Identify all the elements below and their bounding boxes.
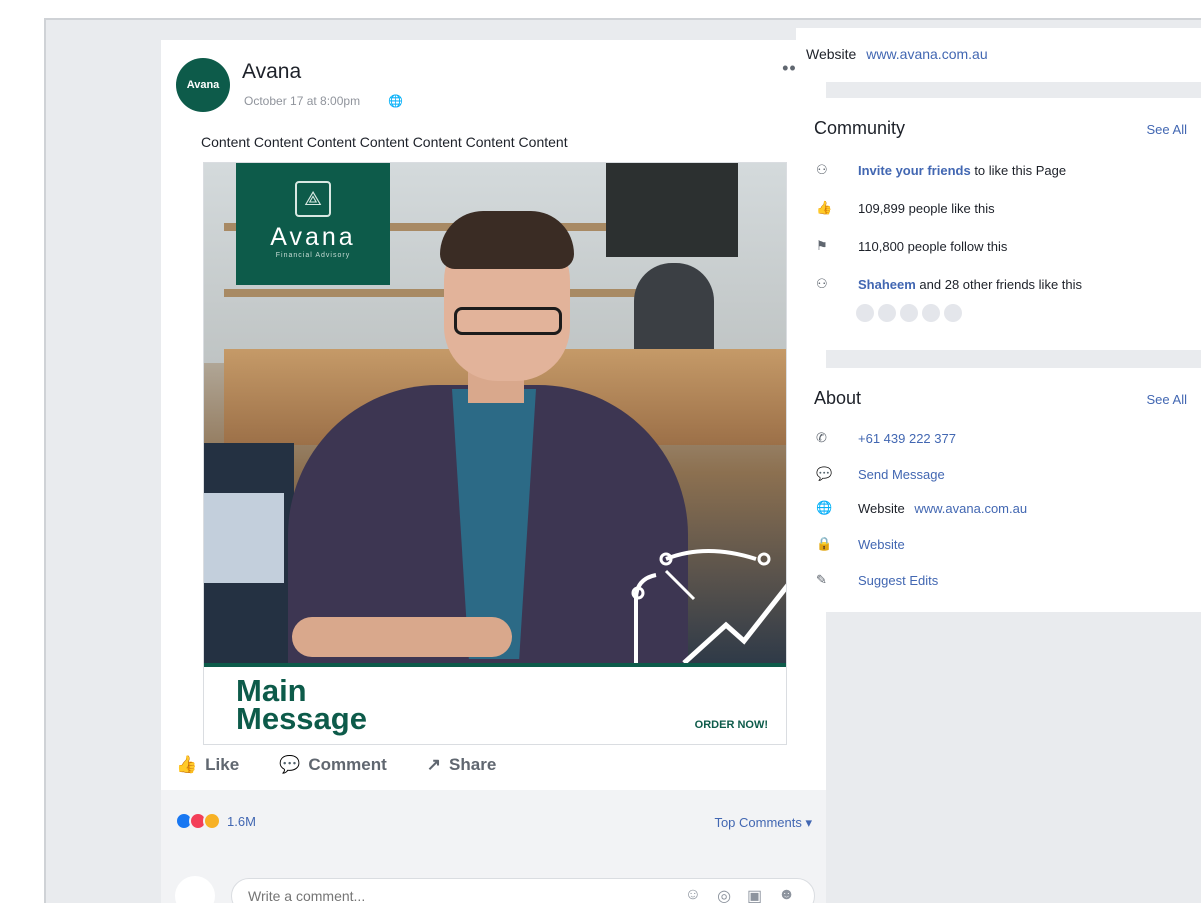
ad-photo: ⟁ Avana Financial Advisory — [204, 163, 786, 663]
post-meta: October 17 at 8:00pm 🌐 — [244, 94, 403, 108]
comment-icon: 💬 — [279, 755, 301, 774]
suggest-edits-link[interactable]: Suggest Edits — [858, 573, 938, 588]
share-button[interactable]: ↗ Share — [427, 755, 497, 775]
website-label: Website — [806, 46, 857, 62]
wow-reaction-icon — [203, 812, 221, 830]
post-actions: 👍 Like 💬 Comment ↗ Share — [176, 755, 496, 775]
invite-friends-icon: ⚇ — [816, 162, 828, 177]
reactions-summary[interactable]: 1.6M — [175, 812, 256, 830]
friend-avatars — [856, 304, 962, 322]
website-row: Website www.avana.com.au — [806, 46, 988, 62]
camera-icon[interactable]: ◎ — [717, 886, 731, 903]
like-button[interactable]: 👍 Like — [176, 755, 239, 775]
order-now-button[interactable]: ORDER NOW! — [695, 719, 768, 731]
community-title: Community — [814, 118, 906, 138]
page-name-link[interactable]: Avana — [242, 60, 301, 84]
messenger-icon: 💬 — [816, 466, 833, 481]
send-message-link[interactable]: Send Message — [858, 467, 945, 482]
comment-tools: ☺ ◎ ▣ ☻ — [685, 886, 795, 903]
gif-icon[interactable]: ▣ — [747, 886, 762, 903]
community-see-all-link[interactable]: See All — [1147, 122, 1187, 137]
friend-name-link[interactable]: Shaheem — [858, 277, 916, 292]
about-website-url[interactable]: www.avana.com.au — [914, 501, 1027, 516]
ad-main-message: Main Message — [236, 673, 367, 736]
thumbs-up-icon: 👍 — [176, 755, 198, 774]
like-label: Like — [205, 755, 240, 774]
ad-brand-tagline: Financial Advisory — [275, 252, 351, 259]
ad-footer: Main Message ORDER NOW! — [204, 663, 786, 744]
globe-icon: 🌐 — [816, 500, 833, 515]
share-label: Share — [449, 755, 497, 774]
page-avatar[interactable]: Avana — [176, 58, 230, 112]
about-website-link[interactable]: Website — [858, 537, 905, 552]
friend-avatar[interactable] — [856, 304, 874, 322]
comment-label: Comment — [308, 755, 387, 774]
phone-icon: ✆ — [816, 430, 827, 445]
growth-chart-icon — [631, 549, 786, 663]
invite-friends-link[interactable]: Invite your friends — [858, 163, 971, 178]
top-comments-dropdown[interactable]: Top Comments ▾ — [714, 815, 812, 831]
friend-avatar[interactable] — [900, 304, 918, 322]
lock-icon: 🔒 — [816, 536, 833, 551]
about-card: About See All ✆ +61 439 222 377 💬 Send M… — [796, 368, 1201, 612]
pencil-icon: ✎ — [816, 572, 827, 587]
website-info-row: 🌐 Website www.avana.com.au — [816, 500, 1027, 516]
friends-icon: ⚇ — [816, 276, 828, 291]
ad-creative[interactable]: ⟁ Avana Financial Advisory Main Message … — [203, 162, 787, 745]
suggest-edits-row: ✎ Suggest Edits — [816, 572, 938, 588]
friends-rest-text: and 28 other friends like this — [915, 276, 1083, 292]
invite-row: ⚇ Invite your friends to like this Page — [816, 162, 1066, 178]
post-card: Avana Avana October 17 at 8:00pm 🌐 ••• C… — [161, 40, 826, 903]
page-frame: Avana Avana October 17 at 8:00pm 🌐 ••• C… — [44, 18, 1201, 903]
globe-icon: 🌐 — [388, 94, 404, 108]
thumbs-up-icon: 👍 — [816, 200, 833, 215]
comment-composer: ☺ ◎ ▣ ☻ — [175, 876, 815, 903]
follows-count-text: 110,800 people follow this — [858, 238, 1008, 254]
friend-avatar[interactable] — [922, 304, 940, 322]
likes-row: 👍 109,899 people like this — [816, 200, 995, 216]
reaction-count[interactable]: 1.6M — [227, 814, 256, 829]
brand-mark-icon: ⟁ — [295, 181, 331, 217]
friend-avatar[interactable] — [878, 304, 896, 322]
invite-rest-text: to like this Page — [970, 162, 1067, 178]
comment-button[interactable]: 💬 Comment — [279, 755, 387, 775]
reactions-section: 1.6M Top Comments ▾ ☺ ◎ ▣ ☻ — [161, 790, 826, 903]
post-header: Avana Avana October 17 at 8:00pm 🌐 ••• — [176, 58, 816, 113]
about-website-label: Website — [858, 500, 905, 516]
share-icon: ↗ — [426, 755, 442, 774]
ad-brand-name: Avana — [270, 223, 356, 251]
about-see-all-link[interactable]: See All — [1147, 392, 1187, 407]
community-card: Community See All ⚇ Invite your friends … — [796, 98, 1201, 350]
website-link[interactable]: www.avana.com.au — [866, 46, 987, 62]
emoji-icon[interactable]: ☺ — [685, 886, 701, 903]
follows-row: ⚑ 110,800 people follow this — [816, 238, 1007, 254]
website-card: Website www.avana.com.au — [796, 28, 1201, 82]
ad-brand-logo: ⟁ Avana Financial Advisory — [236, 163, 390, 285]
phone-link[interactable]: +61 439 222 377 — [858, 431, 956, 446]
friends-like-row: ⚇ Shaheem and 28 other friends like this — [816, 276, 1082, 292]
post-text: Content Content Content Content Content … — [201, 134, 568, 150]
about-title: About — [814, 388, 862, 408]
follow-icon: ⚑ — [816, 238, 828, 253]
send-message-row: 💬 Send Message — [816, 466, 945, 482]
website-link-row: 🔒 Website — [816, 536, 905, 552]
post-timestamp[interactable]: October 17 at 8:00pm — [244, 94, 360, 108]
likes-count-text: 109,899 people like this — [858, 200, 995, 216]
sticker-icon[interactable]: ☻ — [778, 886, 795, 903]
phone-row: ✆ +61 439 222 377 — [816, 430, 956, 446]
user-avatar — [175, 876, 215, 903]
friend-avatar[interactable] — [944, 304, 962, 322]
